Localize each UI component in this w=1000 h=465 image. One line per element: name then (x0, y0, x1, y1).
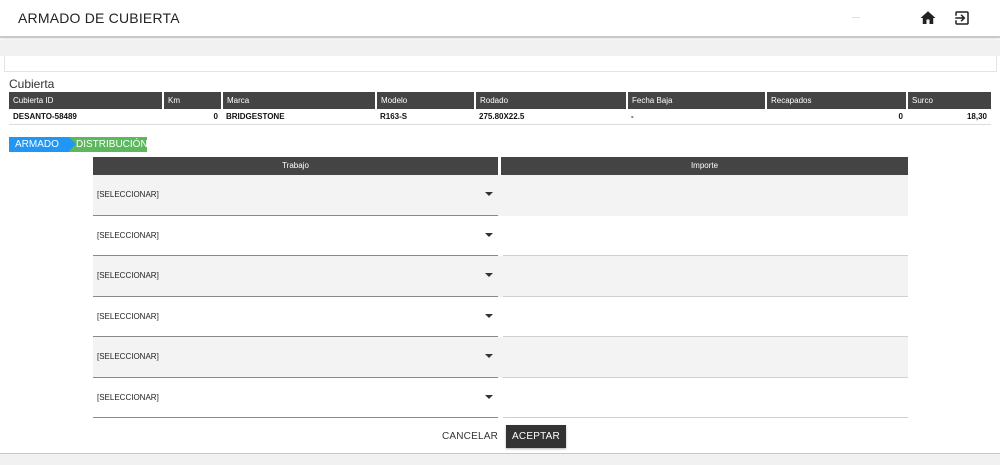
table-header-row: Cubierta ID Km Marca Modelo Rodado Fecha… (9, 92, 991, 109)
trabajo-select-value: [SELECCIONAR] (97, 352, 159, 361)
table-row: [SELECCIONAR] (93, 216, 908, 256)
dropdown-arrow-icon (485, 354, 493, 358)
importe-input[interactable] (503, 256, 908, 297)
trabajo-select[interactable]: [SELECCIONAR] (93, 256, 498, 297)
cell-modelo: R163-S (376, 109, 475, 125)
cell-cubierta-id: DESANTO-58489 (9, 109, 163, 125)
trabajo-select-value: [SELECCIONAR] (97, 392, 159, 402)
trabajo-table-header: Trabajo Importe (93, 157, 908, 175)
dropdown-arrow-icon (485, 232, 493, 237)
column-header: Km (163, 92, 223, 109)
page-title: ARMADO DE CUBIERTA (18, 10, 180, 26)
trabajo-select-value: [SELECCIONAR] (97, 230, 159, 240)
column-header: Marca (222, 92, 377, 109)
importe-input[interactable] (503, 337, 908, 378)
cell-marca: BRIDGESTONE (222, 109, 376, 125)
step-indicator: ARMADO DISTRIBUCIÓN (9, 137, 148, 152)
trabajo-select-value: [SELECCIONAR] (97, 311, 159, 321)
trabajo-select-value: [SELECCIONAR] (97, 190, 159, 199)
column-header-trabajo: Trabajo (93, 157, 498, 175)
column-header: Rodado (475, 92, 628, 109)
input-underline (503, 417, 908, 418)
trabajo-select[interactable]: [SELECCIONAR] (93, 378, 498, 418)
step-distribucion[interactable]: DISTRIBUCIÓN (69, 137, 148, 152)
appbar-divider (852, 17, 860, 18)
cell-km: 0 (163, 109, 222, 125)
importe-input[interactable] (503, 378, 908, 418)
cell-surco: 18,30 (907, 109, 991, 125)
home-icon (920, 11, 936, 24)
table-row: [SELECCIONAR] (93, 378, 908, 418)
dropdown-arrow-icon (485, 192, 493, 196)
column-header: Fecha Baja (627, 92, 767, 109)
importe-input[interactable] (503, 216, 908, 256)
cell-rodado: 275.80X22.5 (475, 109, 627, 125)
cell-fecha-baja: - (627, 109, 766, 125)
trabajo-select[interactable]: [SELECCIONAR] (93, 175, 498, 216)
column-header-importe: Importe (501, 157, 908, 175)
toolbar-strip (4, 56, 997, 72)
trabajo-select[interactable]: [SELECCIONAR] (93, 216, 498, 256)
table-row: [SELECCIONAR] (93, 175, 908, 216)
cubierta-table: Cubierta ID Km Marca Modelo Rodado Fecha… (9, 92, 991, 125)
cancel-button[interactable]: CANCELAR (440, 426, 500, 448)
cell-recapados: 0 (766, 109, 907, 125)
dropdown-arrow-icon (485, 273, 493, 277)
dropdown-arrow-icon (485, 313, 493, 318)
step-armado[interactable]: ARMADO (9, 137, 76, 152)
section-title: Cubierta (9, 77, 55, 91)
trabajo-table: Trabajo Importe [SELECCIONAR] [SELECCION… (93, 157, 908, 418)
logout-button[interactable] (953, 9, 971, 27)
table-row: DESANTO-58489 0 BRIDGESTONE R163-S 275.8… (9, 109, 991, 125)
column-header: Cubierta ID (9, 92, 164, 109)
table-row: [SELECCIONAR] (93, 337, 908, 378)
column-header: Recapados (766, 92, 908, 109)
trabajo-select-value: [SELECCIONAR] (97, 271, 159, 280)
trabajo-select[interactable]: [SELECCIONAR] (93, 337, 498, 378)
dropdown-arrow-icon (485, 394, 493, 399)
app-bar: ARMADO DE CUBIERTA (0, 0, 1000, 38)
logout-icon (955, 11, 969, 25)
trabajo-select[interactable]: [SELECCIONAR] (93, 297, 498, 337)
importe-input[interactable] (503, 175, 908, 216)
background-band (0, 40, 1000, 56)
home-button[interactable] (919, 9, 937, 27)
footer-band (0, 453, 1000, 465)
table-row: [SELECCIONAR] (93, 256, 908, 297)
table-row: [SELECCIONAR] (93, 297, 908, 337)
select-underline (93, 417, 498, 418)
column-header: Modelo (376, 92, 476, 109)
accept-button[interactable]: ACEPTAR (506, 425, 566, 448)
column-header: Surco (907, 92, 991, 109)
importe-input[interactable] (503, 297, 908, 337)
